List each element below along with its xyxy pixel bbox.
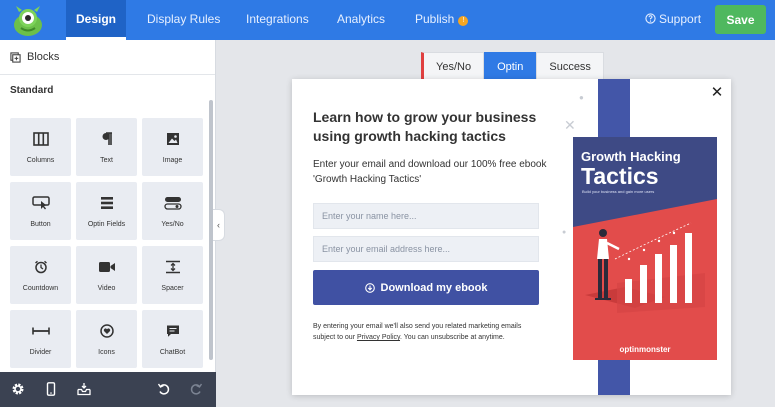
alarm-clock-icon	[34, 260, 47, 274]
decorative-cross-icon: ✕	[564, 117, 576, 133]
block-spacer[interactable]: Spacer	[142, 246, 203, 304]
redo-icon[interactable]	[189, 382, 203, 396]
block-optin-fields[interactable]: Optin Fields	[76, 182, 137, 240]
top-bar: Design Display Rules Integrations Analyt…	[0, 0, 775, 40]
download-ebook-label: Download my ebook	[380, 281, 488, 294]
download-ebook-button[interactable]: Download my ebook	[313, 270, 539, 305]
block-text[interactable]: Text	[76, 118, 137, 176]
block-label: Columns	[26, 157, 55, 164]
image-icon	[166, 133, 179, 145]
block-label: Spacer	[161, 285, 184, 292]
tab-optin[interactable]: Optin	[484, 52, 537, 81]
publish-warning-badge: !	[458, 16, 469, 26]
undo-icon[interactable]	[157, 382, 171, 396]
close-icon[interactable]: ✕	[708, 84, 726, 102]
sidebar-collapse-handle[interactable]: ‹	[213, 209, 225, 241]
block-label: Button	[30, 221, 51, 228]
block-label: Countdown	[22, 285, 59, 292]
support-link[interactable]: Support	[645, 0, 701, 40]
heart-circle-icon	[99, 324, 114, 338]
blocks-header-label: Blocks	[27, 51, 60, 63]
standard-section-title: Standard	[10, 85, 54, 96]
pilcrow-icon	[102, 132, 112, 145]
save-button[interactable]: Save	[715, 5, 766, 34]
support-label: Support	[659, 12, 702, 26]
decorative-dot-icon: ●	[579, 93, 584, 102]
columns-icon	[32, 132, 49, 146]
name-input[interactable]: Enter your name here...	[313, 203, 539, 229]
button-cursor-icon	[31, 196, 50, 210]
blocks-header[interactable]: Blocks	[0, 40, 215, 75]
divider-icon	[31, 327, 50, 335]
block-label: Text	[100, 157, 113, 164]
ebook-title-line1: Growth Hacking	[581, 149, 681, 164]
block-countdown[interactable]: Countdown	[10, 246, 71, 304]
tab-yes-no[interactable]: Yes/No	[421, 52, 485, 81]
block-yes-no[interactable]: Yes/No	[142, 182, 203, 240]
tab-publish[interactable]: Publish!	[415, 0, 469, 40]
toggle-icon	[163, 197, 182, 210]
block-image[interactable]: Image	[142, 118, 203, 176]
block-divider[interactable]: Divider	[10, 310, 71, 368]
block-columns[interactable]: Columns	[10, 118, 71, 176]
popup-subtext[interactable]: Enter your email and download our 100% f…	[313, 157, 553, 187]
popup-disclaimer[interactable]: By entering your email we'll also send y…	[313, 321, 539, 343]
tab-publish-label: Publish	[415, 12, 455, 26]
block-icons[interactable]: Icons	[76, 310, 137, 368]
form-fields-icon	[100, 197, 113, 209]
mobile-preview-icon[interactable]	[44, 382, 58, 396]
chat-icon	[166, 325, 179, 337]
tab-success[interactable]: Success	[536, 52, 604, 81]
tab-integrations[interactable]: Integrations	[246, 0, 309, 40]
blocks-sidebar: Blocks Standard Columns Text Image Butto…	[0, 40, 216, 407]
blocks-icon	[10, 51, 21, 63]
block-label: Icons	[98, 349, 115, 356]
sidebar-bottom-toolbar	[0, 372, 216, 407]
optinmonster-brand-logo: optinmonster	[619, 345, 671, 354]
block-label: ChatBot	[159, 349, 186, 356]
decorative-dot-icon: ●	[562, 229, 567, 236]
tab-analytics[interactable]: Analytics	[337, 0, 385, 40]
ebook-title: Growth Hacking Tactics	[581, 149, 681, 188]
block-label: Video	[97, 285, 116, 292]
tab-display-rules[interactable]: Display Rules	[147, 0, 220, 40]
help-circle-icon	[645, 13, 656, 24]
block-label: Yes/No	[161, 221, 184, 228]
download-circle-icon	[364, 282, 375, 293]
block-video[interactable]: Video	[76, 246, 137, 304]
campaign-view-tabs: Yes/No Optin Success	[421, 52, 604, 81]
optin-popup-preview[interactable]: Learn how to grow your business using gr…	[292, 79, 731, 395]
optinmonster-logo-icon[interactable]	[10, 3, 46, 37]
gear-icon[interactable]	[11, 382, 25, 396]
popup-headline[interactable]: Learn how to grow your business using gr…	[313, 108, 553, 146]
video-camera-icon	[98, 262, 115, 272]
block-label: Image	[162, 157, 183, 164]
privacy-policy-link[interactable]: Privacy Policy	[357, 334, 400, 341]
block-button[interactable]: Button	[10, 182, 71, 240]
disclaimer-text-end: . You can unsubscribe at anytime.	[400, 334, 505, 341]
ebook-title-line2: Tactics	[581, 163, 659, 189]
block-chatbot[interactable]: ChatBot	[142, 310, 203, 368]
block-label: Optin Fields	[87, 221, 126, 228]
inbox-icon[interactable]	[77, 382, 91, 396]
tab-design[interactable]: Design	[66, 0, 126, 40]
email-input[interactable]: Enter your email address here...	[313, 236, 539, 262]
block-label: Divider	[29, 349, 52, 356]
ebook-cover-image[interactable]: Growth Hacking Tactics Build your busine…	[573, 137, 717, 360]
spacer-icon	[165, 260, 180, 274]
ebook-subtitle: Build your business and gain more users	[582, 189, 655, 194]
